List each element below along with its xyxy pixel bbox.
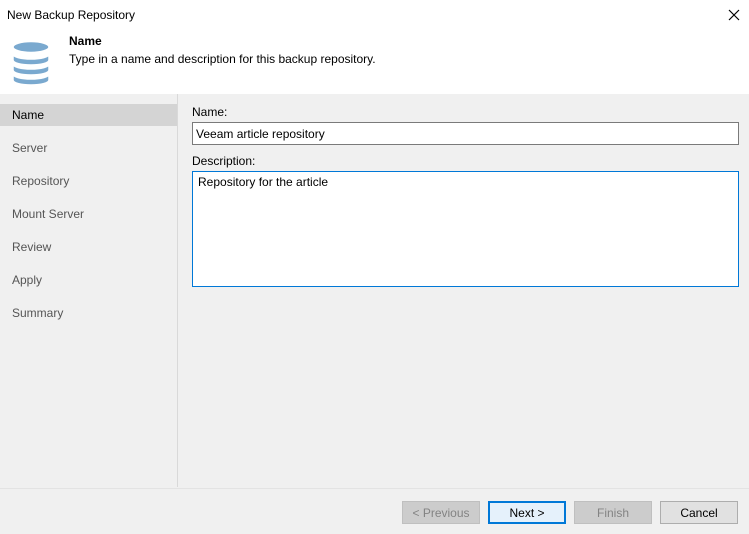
step-apply[interactable]: Apply: [0, 269, 177, 302]
name-label: Name:: [192, 105, 228, 119]
step-mount-server[interactable]: Mount Server: [0, 203, 177, 236]
cancel-button[interactable]: Cancel: [660, 501, 738, 524]
title-bar: New Backup Repository: [0, 0, 749, 30]
wizard-footer: < Previous Next > Finish Cancel: [0, 488, 749, 534]
wizard-header: Name Type in a name and description for …: [0, 30, 749, 94]
wizard-steps: Name Server Repository Mount Server Revi…: [0, 94, 178, 487]
name-input[interactable]: [192, 122, 739, 145]
close-icon: [728, 9, 740, 21]
database-icon: [12, 40, 50, 86]
next-button[interactable]: Next >: [488, 501, 566, 524]
form-area: Name: Description: Repository for the ar…: [179, 94, 749, 487]
close-button[interactable]: [719, 0, 749, 30]
window-title: New Backup Repository: [7, 8, 136, 22]
step-server[interactable]: Server: [0, 137, 177, 170]
finish-button[interactable]: Finish: [574, 501, 652, 524]
step-description: Type in a name and description for this …: [69, 52, 376, 66]
step-summary[interactable]: Summary: [0, 302, 177, 335]
description-input[interactable]: Repository for the article: [192, 171, 739, 287]
previous-button[interactable]: < Previous: [402, 501, 480, 524]
step-name[interactable]: Name: [0, 104, 177, 126]
step-repository[interactable]: Repository: [0, 170, 177, 203]
step-review[interactable]: Review: [0, 236, 177, 269]
step-title: Name: [69, 34, 102, 48]
description-label: Description:: [192, 154, 256, 168]
